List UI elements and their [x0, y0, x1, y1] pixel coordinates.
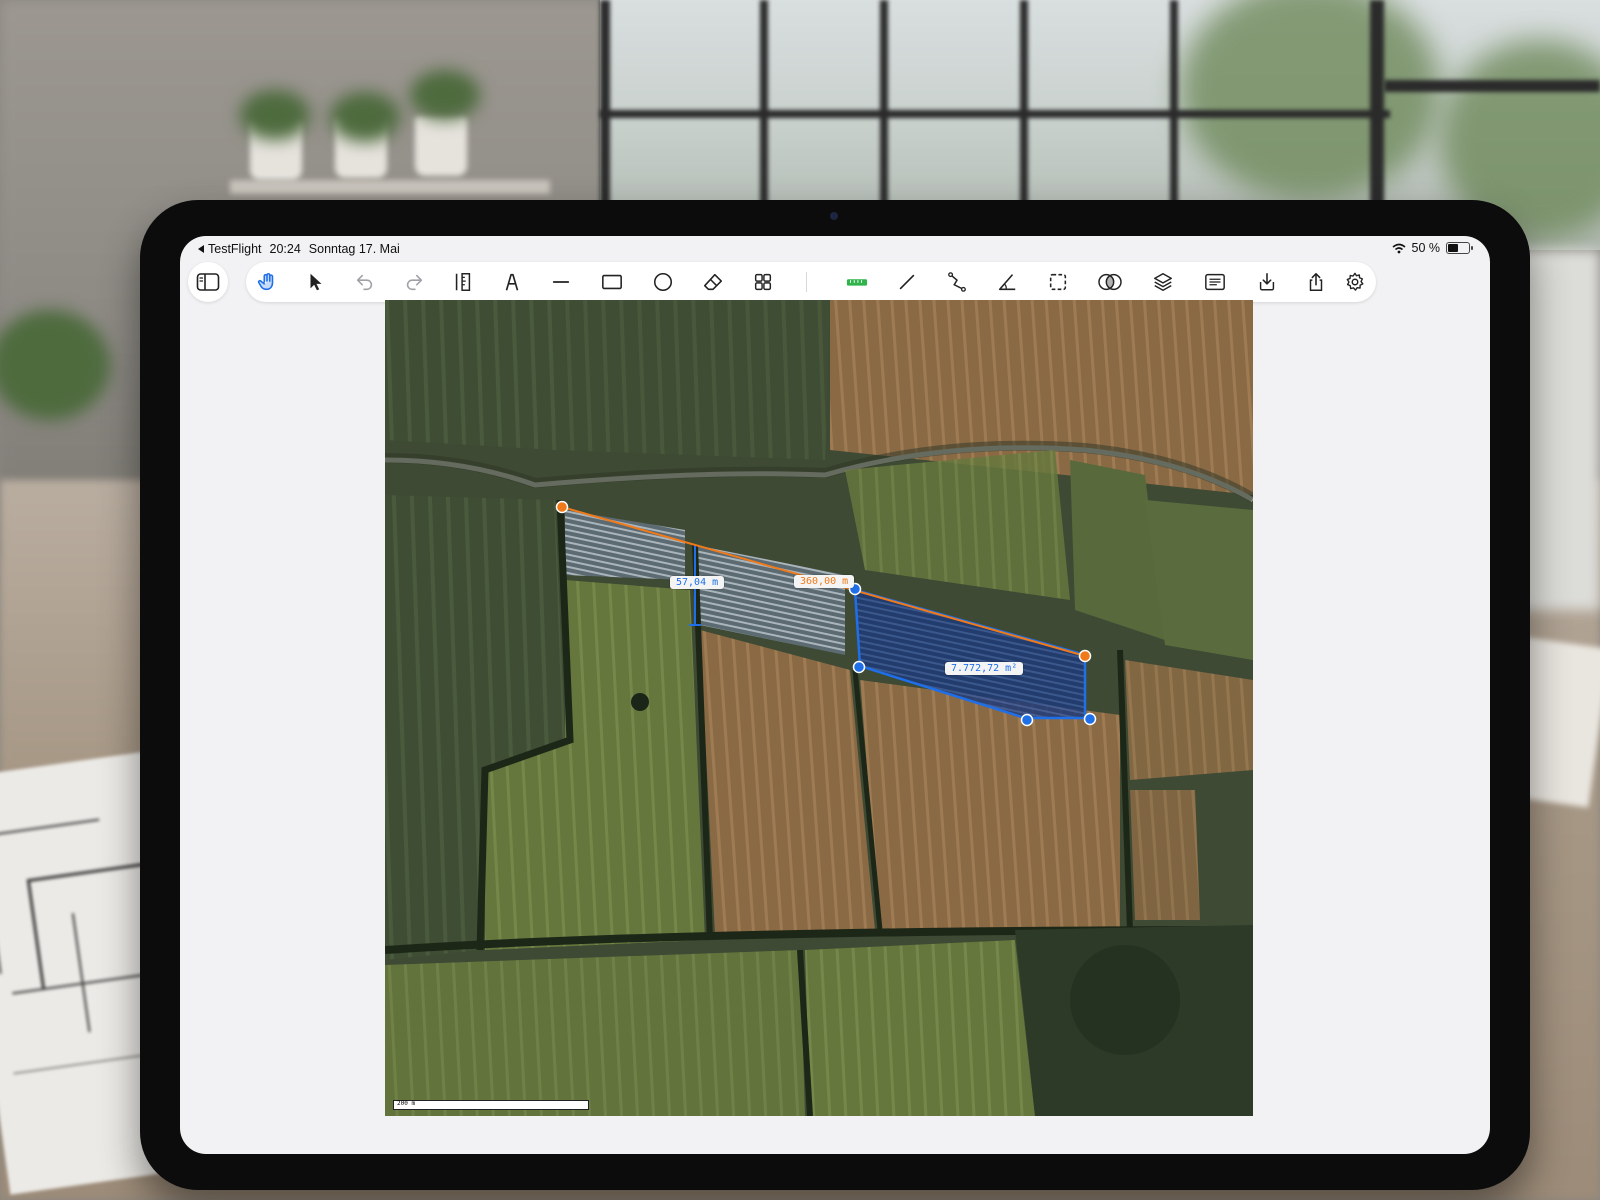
back-to-app-link[interactable]: TestFlight: [198, 242, 262, 256]
scale-ruler-green-icon: [846, 279, 868, 286]
dashed-rectangle-icon: [1049, 273, 1067, 291]
eraser-icon: [703, 273, 723, 291]
tool-polyline[interactable]: [938, 262, 976, 302]
satellite-map-canvas[interactable]: 57,04 m 360,00 m 7.772,72 m² 200 m: [385, 300, 1253, 1116]
length-measure-label[interactable]: 360,00 m: [794, 575, 855, 588]
polyline-icon: [948, 272, 966, 292]
status-bar: TestFlight 20:24 Sonntag 17. Mai 50 %: [180, 236, 1490, 260]
tool-ruler[interactable]: [444, 262, 482, 302]
gear-icon: [1346, 272, 1364, 291]
tool-pan-hand[interactable]: [248, 262, 286, 302]
back-app-label: TestFlight: [208, 242, 262, 256]
area-vertex-handle[interactable]: [1020, 713, 1034, 727]
tool-select[interactable]: [297, 262, 335, 302]
tool-measure-line[interactable]: [888, 262, 926, 302]
minus-line-icon: [552, 281, 570, 283]
tool-overlap[interactable]: [1091, 262, 1129, 302]
ruler-icon: [455, 273, 471, 291]
sidebar-icon: [196, 273, 220, 291]
satellite-imagery: [385, 300, 1253, 1116]
tool-line[interactable]: [542, 262, 580, 302]
tool-scale[interactable]: [838, 262, 876, 302]
pen-nib-icon: [505, 273, 519, 291]
hand-tap-icon: [257, 273, 274, 291]
sidebar-toggle-button[interactable]: [188, 262, 228, 302]
area-vertex-handle[interactable]: [852, 660, 866, 674]
tool-eraser[interactable]: [694, 262, 732, 302]
app-screen: TestFlight 20:24 Sonntag 17. Mai 50 % 57…: [180, 236, 1490, 1154]
tool-layers[interactable]: [1144, 262, 1182, 302]
status-time: 20:24: [269, 242, 301, 256]
battery-percent: 50 %: [1411, 241, 1441, 255]
list-icon: [1205, 273, 1225, 291]
tool-grid[interactable]: [744, 262, 782, 302]
front-camera: [830, 212, 838, 220]
length-start-handle[interactable]: [555, 500, 569, 514]
tool-circle[interactable]: [644, 262, 682, 302]
tool-list[interactable]: [1196, 262, 1234, 302]
area-measure-label[interactable]: 7.772,72 m²: [945, 662, 1024, 675]
import-tray-icon: [1259, 272, 1275, 291]
main-toolbar: [246, 262, 1376, 302]
tool-share[interactable]: [1297, 262, 1335, 302]
wifi-icon: [1391, 243, 1406, 253]
battery-icon: [1446, 242, 1473, 254]
toolbar-divider: [806, 272, 807, 292]
width-measure-label[interactable]: 57,04 m: [670, 576, 725, 589]
tool-redo[interactable]: [395, 262, 433, 302]
rectangle-icon: [602, 274, 622, 290]
share-icon: [1309, 272, 1323, 291]
back-triangle-icon: [198, 245, 204, 253]
undo-icon: [356, 274, 373, 291]
layers-icon: [1154, 273, 1172, 291]
grid-icon: [754, 273, 772, 291]
tool-area[interactable]: [1039, 262, 1077, 302]
circle-icon: [653, 272, 673, 292]
scale-bar-label: 200 m: [397, 1100, 416, 1107]
ipad-device: TestFlight 20:24 Sonntag 17. Mai 50 % 57…: [140, 200, 1530, 1190]
tool-settings[interactable]: [1336, 262, 1374, 302]
area-vertex-handle[interactable]: [1083, 712, 1097, 726]
status-date: Sonntag 17. Mai: [308, 242, 400, 256]
tool-import[interactable]: [1248, 262, 1286, 302]
length-end-handle[interactable]: [1078, 649, 1092, 663]
diagonal-line-icon: [899, 274, 915, 290]
cursor-arrow-icon: [310, 273, 322, 291]
tool-rectangle[interactable]: [593, 262, 631, 302]
tool-pen[interactable]: [493, 262, 531, 302]
tool-angle[interactable]: [988, 262, 1026, 302]
overlap-circles-icon: [1098, 273, 1122, 291]
tool-undo[interactable]: [346, 262, 384, 302]
redo-icon: [406, 274, 423, 291]
map-scale-bar: 200 m: [393, 1100, 589, 1110]
angle-icon: [998, 274, 1016, 291]
